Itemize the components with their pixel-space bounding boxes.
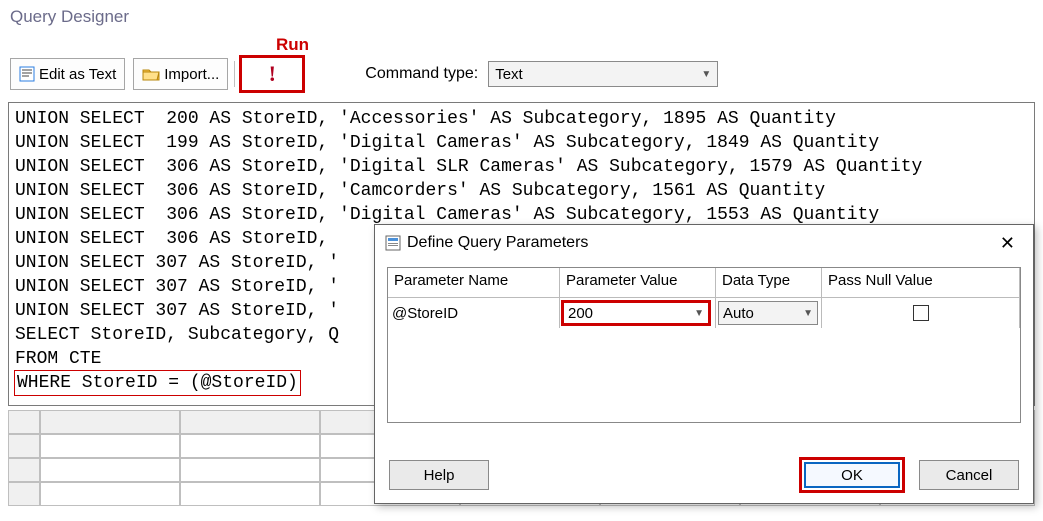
ok-button[interactable]: OK [804, 462, 900, 488]
cancel-button[interactable]: Cancel [919, 460, 1019, 490]
chevron-down-icon: ▼ [694, 308, 704, 319]
chevron-down-icon: ▼ [803, 308, 813, 319]
import-label: Import... [164, 66, 219, 83]
command-type-value: Text [495, 66, 523, 83]
parameter-grid: Parameter Name Parameter Value Data Type… [387, 267, 1021, 423]
sql-where-highlight: WHERE StoreID = (@StoreID) [15, 371, 300, 395]
grid-cell [40, 482, 180, 506]
grid-row-header [8, 482, 40, 506]
grid-header [180, 410, 320, 434]
dialog-icon [385, 235, 401, 251]
run-annotation: Run [276, 35, 309, 55]
close-icon[interactable]: ✕ [992, 229, 1023, 258]
edit-as-text-label: Edit as Text [39, 66, 116, 83]
param-value-combo[interactable]: 200 ▼ [561, 300, 711, 326]
folder-open-icon [142, 67, 160, 81]
grid-cell [180, 458, 320, 482]
command-type-select[interactable]: Text ▼ [488, 61, 718, 87]
chevron-down-icon: ▼ [701, 69, 711, 80]
run-button[interactable]: ! [239, 55, 305, 93]
parameter-row: @StoreID 200 ▼ Auto ▼ [388, 298, 1020, 328]
window-title: Query Designer [10, 7, 129, 27]
dialog-button-bar: Help OK Cancel [389, 457, 1019, 493]
grid-header [40, 410, 180, 434]
col-header-name: Parameter Name [388, 268, 560, 298]
grid-cell [180, 482, 320, 506]
dialog-title-bar: Define Query Parameters ✕ [375, 225, 1033, 261]
ok-highlight: OK [799, 457, 905, 493]
dialog-body: Parameter Name Parameter Value Data Type… [375, 261, 1033, 423]
col-header-null: Pass Null Value [822, 268, 1020, 298]
edit-as-text-button[interactable]: Edit as Text [10, 58, 125, 90]
define-query-parameters-dialog: Define Query Parameters ✕ Parameter Name… [374, 224, 1034, 504]
grid-cell [180, 434, 320, 458]
param-name-cell: @StoreID [388, 298, 560, 328]
dialog-title: Define Query Parameters [407, 234, 588, 252]
toolbar: Edit as Text Import... ! Command type: T… [4, 54, 1039, 94]
grid-corner [8, 410, 40, 434]
col-header-type: Data Type [716, 268, 822, 298]
run-exclaim-icon: ! [269, 61, 276, 87]
grid-cell [40, 434, 180, 458]
grid-cell [40, 458, 180, 482]
param-value-text: 200 [568, 305, 593, 322]
query-designer-window: Query Designer Run Edit as Text Import..… [0, 0, 1043, 521]
col-header-value: Parameter Value [560, 268, 716, 298]
pass-null-checkbox[interactable] [913, 305, 929, 321]
edit-text-icon [19, 66, 35, 82]
import-button[interactable]: Import... [133, 58, 228, 90]
grid-row-header [8, 434, 40, 458]
param-type-combo[interactable]: Auto ▼ [718, 301, 818, 325]
title-bar: Query Designer [0, 0, 1043, 34]
param-type-text: Auto [723, 305, 754, 322]
command-type-label: Command type: [365, 65, 478, 83]
help-button[interactable]: Help [389, 460, 489, 490]
grid-row-header [8, 458, 40, 482]
toolbar-divider [234, 61, 235, 87]
parameter-grid-header: Parameter Name Parameter Value Data Type… [388, 268, 1020, 298]
